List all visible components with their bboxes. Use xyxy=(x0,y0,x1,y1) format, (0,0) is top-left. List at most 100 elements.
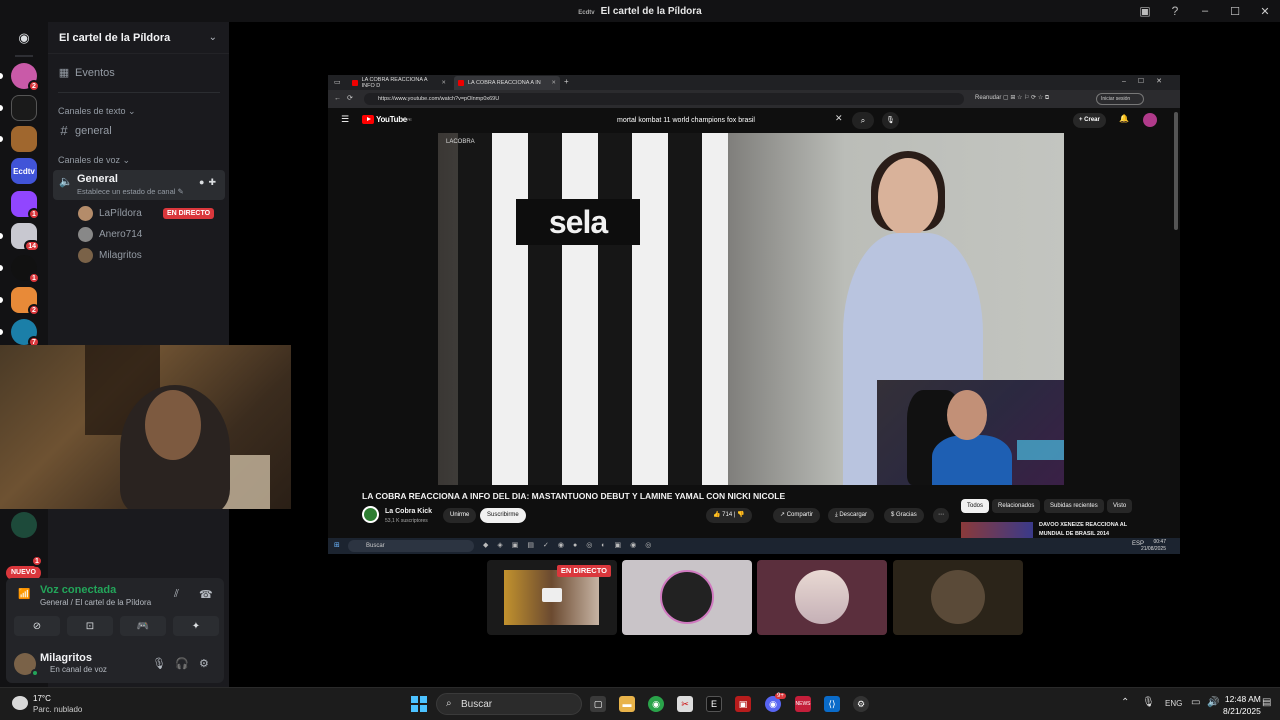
file-explorer-icon[interactable]: ▬ xyxy=(619,696,635,712)
channel-name[interactable]: La Cobra Kick xyxy=(385,508,432,515)
scrollbar[interactable] xyxy=(1174,112,1178,230)
youtube-search-input[interactable]: mortal kombat 11 world champions fox bra… xyxy=(608,112,848,129)
voice-user[interactable]: Milagritos xyxy=(78,248,224,263)
server-icon[interactable]: 1 xyxy=(11,255,40,284)
server-icon[interactable]: 1 xyxy=(11,191,40,220)
participant-tile[interactable] xyxy=(893,560,1023,635)
discord-home-icon[interactable]: ◉ xyxy=(12,28,36,48)
server-icon[interactable]: 2 xyxy=(11,287,40,316)
server-icon[interactable] xyxy=(11,512,37,538)
events-item[interactable]: ▦ Eventos xyxy=(55,66,223,80)
steam-icon[interactable]: ⚙ xyxy=(853,696,869,712)
weather-desc[interactable]: Parc. nublado xyxy=(33,705,82,714)
minimize-button[interactable]: – xyxy=(1190,5,1220,17)
epic-games-icon[interactable]: E xyxy=(706,696,722,712)
recorder-icon[interactable]: ▣ xyxy=(735,696,751,712)
windows-start-icon[interactable] xyxy=(411,696,427,712)
server-icon[interactable]: 7 xyxy=(11,319,40,348)
activity-button[interactable]: 🎮 xyxy=(120,616,166,636)
participant-tile[interactable] xyxy=(757,560,887,635)
signal-icon[interactable]: 📶 xyxy=(18,589,30,600)
voice-category[interactable]: Canales de voz ⌄ xyxy=(58,155,130,166)
text-category[interactable]: Canales de texto ⌄ xyxy=(58,106,136,117)
close-tab-icon[interactable]: ✕ xyxy=(551,80,556,86)
user-name[interactable]: Milagritos xyxy=(40,652,92,664)
resume-button[interactable]: Reanudar ▢ ⊞ ☆ ⚐ ⟳ ☆ ⧉ xyxy=(975,94,1049,102)
recommended-title[interactable]: DAVOO XENEIZE REACCIONA AL MUNDIAL DE BR… xyxy=(1039,521,1134,539)
recommended-thumbnail[interactable] xyxy=(961,522,1033,538)
channel-avatar[interactable] xyxy=(362,506,379,523)
guild-header[interactable]: El cartel de la Píldora ⌄ xyxy=(48,22,229,54)
close-tab-icon[interactable]: ✕ xyxy=(441,80,446,86)
disconnect-icon[interactable]: ☎ xyxy=(199,588,213,601)
clear-search-icon[interactable]: ✕ xyxy=(835,113,843,124)
soundboard-button[interactable]: ✦ xyxy=(173,616,219,636)
cloud-icon[interactable] xyxy=(12,696,28,710)
server-icon[interactable]: 1 xyxy=(28,552,43,567)
address-bar[interactable]: https://www.youtube.com/watch?v=pOlnmp0x… xyxy=(364,93,964,105)
chat-invite-icons[interactable]: ●✚ xyxy=(199,177,220,188)
voice-connected-subtitle[interactable]: General / El cartel de la Píldora xyxy=(40,598,151,607)
screen-share-button[interactable]: ⊡ xyxy=(67,616,113,636)
server-icon[interactable] xyxy=(11,95,37,121)
chip-all[interactable]: Todos xyxy=(961,499,990,513)
more-actions-icon[interactable]: ⋯ xyxy=(933,508,949,523)
close-button[interactable]: ✕ xyxy=(1250,5,1280,18)
participant-tile-stream[interactable]: EN DIRECTO xyxy=(487,560,617,635)
microphone-icon[interactable]: 🎙 xyxy=(1142,697,1155,708)
news-icon[interactable]: NEWS xyxy=(795,696,811,712)
weather-temp[interactable]: 17°C xyxy=(33,694,51,703)
server-icon[interactable]: 2 xyxy=(11,63,40,92)
voice-channel-general[interactable]: 🔈 General Establece un estado de canal ✎… xyxy=(53,170,225,200)
create-button[interactable]: + Crear xyxy=(1073,113,1106,128)
inbox-icon[interactable]: ▣ xyxy=(1130,4,1160,18)
camera-off-button[interactable]: ⊘ xyxy=(14,616,60,636)
taskbar-search[interactable]: ⌕ Buscar xyxy=(436,693,582,715)
vscode-icon[interactable]: ⟨⟩ xyxy=(824,696,840,712)
avatar[interactable] xyxy=(1143,113,1157,127)
join-button[interactable]: Unirme xyxy=(443,508,477,523)
share-button[interactable]: ↗ Compartir xyxy=(773,508,821,523)
chevron-up-icon[interactable]: ⌃ xyxy=(1121,697,1129,708)
chip-watched[interactable]: Visto xyxy=(1107,499,1133,513)
volume-icon[interactable]: 🔊 xyxy=(1207,697,1219,708)
youtube-logo[interactable]: YouTube PE xyxy=(362,115,412,124)
headphones-icon[interactable]: 🎧 xyxy=(175,657,189,670)
channel-general-text[interactable]: # general xyxy=(55,123,223,138)
browser-tab[interactable]: LA COBRA REACCIONA A IN ✕ xyxy=(454,76,560,90)
browser-window-controls[interactable]: –☐✕ xyxy=(1122,77,1174,85)
browser-tab[interactable]: LA COBRA REACCIONA A INFO D ✕ xyxy=(348,76,450,90)
chrome-icon[interactable]: ◉ xyxy=(648,696,664,712)
task-view-icon[interactable]: ▢ xyxy=(590,696,606,712)
server-icon[interactable] xyxy=(11,126,37,152)
microphone-icon[interactable]: 🎙 xyxy=(882,112,899,129)
notification-icon[interactable]: ▤ xyxy=(1262,697,1271,708)
gear-icon[interactable]: ⚙ xyxy=(199,657,209,670)
sign-in-button[interactable]: Iniciar sesión xyxy=(1096,93,1144,105)
noise-suppression-icon[interactable]: ⫽ xyxy=(174,588,179,601)
chip-recent[interactable]: Subidas recientes xyxy=(1044,499,1104,513)
server-icon[interactable]: 14 xyxy=(11,223,40,252)
voice-user[interactable]: Anero714 xyxy=(78,227,224,242)
video-player[interactable]: sela LACOBRA xyxy=(438,133,1064,485)
thanks-button[interactable]: $ Gracias xyxy=(884,508,924,523)
channel-status[interactable]: Establece un estado de canal ✎ xyxy=(77,187,184,196)
language-indicator[interactable]: ENG xyxy=(1165,699,1182,708)
maximize-button[interactable]: ☐ xyxy=(1220,5,1250,18)
chip-related[interactable]: Relacionados xyxy=(992,499,1041,513)
bell-icon[interactable]: 🔔 xyxy=(1119,114,1129,123)
tab-actions-icon[interactable]: ▭ xyxy=(334,78,341,86)
help-icon[interactable]: ? xyxy=(1160,4,1190,18)
nav-buttons[interactable]: ←⟳ xyxy=(334,94,359,102)
taskbar-clock[interactable]: 12:48 AM 8/21/2025 xyxy=(1223,693,1261,717)
like-dislike-button[interactable]: 👍 714 | 👎 xyxy=(706,508,752,523)
search-icon[interactable]: ⌕ xyxy=(852,112,874,129)
menu-icon[interactable]: ☰ xyxy=(341,114,349,125)
stream-view[interactable]: ▭ LA COBRA REACCIONA A INFO D ✕ LA COBRA … xyxy=(328,75,1180,554)
voice-connected-title[interactable]: Voz conectada xyxy=(40,584,116,596)
microphone-icon[interactable]: 🎙 xyxy=(152,657,166,670)
download-button[interactable]: ⤓ Descargar xyxy=(828,508,875,523)
participant-tile[interactable] xyxy=(622,560,752,635)
server-icon-ecdtv[interactable]: Ecdtv xyxy=(11,158,37,184)
new-tab-icon[interactable]: + xyxy=(564,77,569,86)
